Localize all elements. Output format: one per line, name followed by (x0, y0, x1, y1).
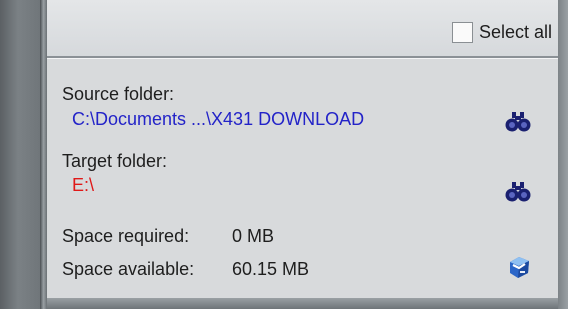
left-frame (0, 0, 40, 309)
panel-left-border (40, 0, 47, 309)
transfer-info-panel: Source folder: C:\Documents ...\X431 DOW… (47, 58, 558, 299)
selection-toolbar: Select all (47, 0, 558, 58)
space-available-label: Space available: (62, 259, 195, 279)
target-folder-path: E:\ (72, 175, 95, 195)
select-all-checkbox[interactable] (451, 22, 473, 43)
select-all-toggle[interactable]: Select all (451, 22, 552, 43)
right-frame (558, 0, 568, 309)
space-available-value: 60.15 MB (232, 259, 310, 279)
drive-icon[interactable] (506, 254, 532, 280)
source-folder-path: C:\Documents ...\X431 DOWNLOAD (72, 109, 365, 129)
select-all-label: Select all (478, 22, 552, 42)
space-required-value: 0 MB (232, 226, 275, 246)
target-folder-label: Target folder: (62, 151, 168, 171)
binoculars-icon[interactable] (505, 111, 531, 135)
panel-bottom-shadow (47, 298, 558, 309)
binoculars-icon[interactable] (505, 181, 531, 205)
source-folder-label: Source folder: (62, 84, 175, 104)
space-required-label: Space required: (62, 226, 190, 246)
